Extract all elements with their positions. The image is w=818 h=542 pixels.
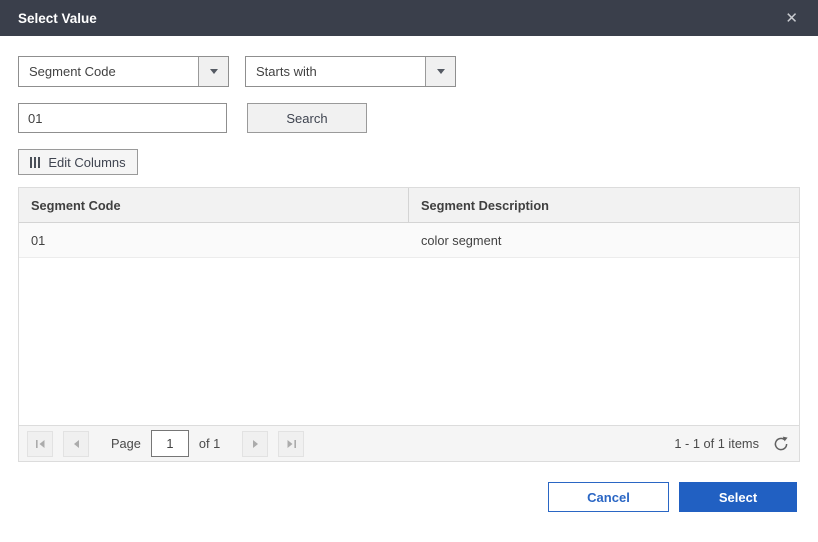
seek-first-icon: [35, 439, 44, 448]
operator-dropdown[interactable]: Starts with: [245, 56, 456, 87]
items-info: 1 - 1 of 1 items: [674, 436, 759, 451]
column-dropdown-value: Segment Code: [29, 64, 116, 79]
dialog-title: Select Value: [18, 10, 97, 26]
page-number-input[interactable]: [150, 430, 189, 457]
column-dropdown-arrow-button[interactable]: [198, 57, 228, 86]
cell-segment-description: color segment: [421, 232, 502, 248]
chevron-down-icon: [436, 69, 445, 74]
search-input[interactable]: [18, 103, 227, 133]
arrow-right-icon: [252, 439, 258, 448]
select-value-dialog: Select Value ✕ Segment Code Starts with …: [0, 0, 818, 542]
edit-columns-button[interactable]: Edit Columns: [18, 149, 138, 175]
cell-segment-code: 01: [31, 232, 46, 248]
page-label: Page: [111, 436, 141, 451]
first-page-button[interactable]: [27, 430, 53, 457]
last-page-button[interactable]: [278, 430, 305, 457]
operator-dropdown-value: Starts with: [256, 64, 317, 79]
column-dropdown[interactable]: Segment Code: [18, 56, 229, 87]
arrow-left-icon: [73, 439, 79, 448]
chevron-down-icon: [209, 69, 218, 74]
grid-empty-area: [19, 258, 799, 425]
previous-page-button[interactable]: [63, 430, 89, 457]
edit-columns-label: Edit Columns: [48, 154, 126, 170]
table-row[interactable]: 01 color segment: [19, 223, 799, 258]
columns-icon: [30, 156, 41, 168]
cancel-button[interactable]: Cancel: [548, 482, 669, 512]
grid-header-row: Segment Code Segment Description: [19, 188, 799, 223]
column-header-segment-description[interactable]: Segment Description: [409, 188, 799, 222]
search-button[interactable]: Search: [247, 103, 367, 133]
page-of-label: of 1: [198, 436, 221, 451]
seek-last-icon: [287, 439, 296, 448]
results-grid: Segment Code Segment Description 01 colo…: [18, 187, 800, 462]
refresh-icon[interactable]: [773, 436, 789, 452]
column-header-segment-code[interactable]: Segment Code: [19, 188, 409, 222]
operator-dropdown-arrow-button[interactable]: [425, 57, 455, 86]
grid-pager: Page of 1 1 - 1 of 1 items: [19, 425, 799, 461]
close-icon[interactable]: ✕: [779, 7, 804, 30]
select-button[interactable]: Select: [679, 482, 797, 512]
next-page-button[interactable]: [242, 430, 269, 457]
dialog-titlebar: Select Value ✕: [0, 0, 818, 36]
